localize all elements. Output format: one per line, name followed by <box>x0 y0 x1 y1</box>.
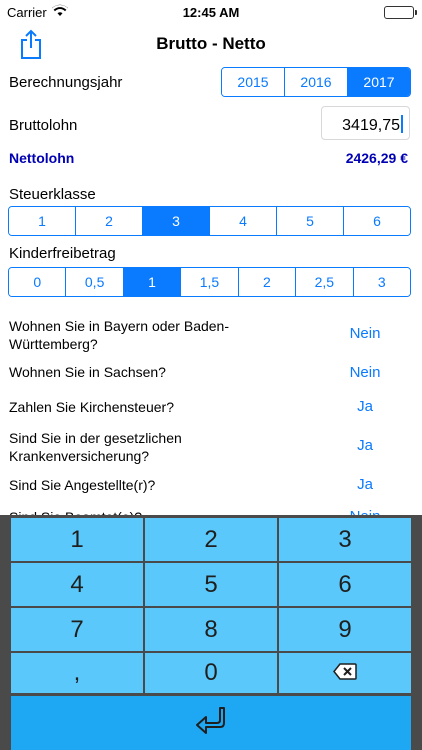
tax-class-option-segment[interactable]: 1 <box>9 207 75 235</box>
battery-icon <box>384 6 417 19</box>
question-health-insurance: Sind Sie in der gesetzlichen Krankenvers… <box>9 430 182 464</box>
year-option-segment[interactable]: 2015 <box>222 68 284 96</box>
key-0[interactable]: 0 <box>145 653 277 693</box>
child-allowance-option-segment[interactable]: 3 <box>352 268 410 296</box>
child-allowance-option-segment[interactable]: 2 <box>237 268 296 296</box>
page-title: Brutto - Netto <box>156 34 266 53</box>
tax-class-label: Steuerklasse <box>9 186 96 203</box>
child-allowance-segmented-control: 0 0,5 1 1,5 2 2,5 3 <box>8 267 411 297</box>
child-allowance-option-segment[interactable]: 1,5 <box>180 268 238 296</box>
question-church-tax: Zahlen Sie Kirchensteuer? <box>9 399 174 415</box>
tax-class-option-segment[interactable]: 4 <box>209 207 276 235</box>
delete-key[interactable] <box>279 653 411 693</box>
year-segmented-control: 2015 2016 2017 <box>221 67 411 97</box>
nav-bar: Brutto - Netto <box>0 24 422 64</box>
key-7[interactable]: 7 <box>11 608 143 651</box>
answer-saxony-toggle[interactable]: Nein <box>330 364 400 381</box>
key-6[interactable]: 6 <box>279 563 411 606</box>
numeric-keypad: 1 2 3 4 5 6 7 8 9 , 0 <box>0 515 422 750</box>
child-allowance-option-segment[interactable]: 2,5 <box>295 268 353 296</box>
key-5[interactable]: 5 <box>145 563 277 606</box>
question-saxony: Wohnen Sie in Sachsen? <box>9 364 166 380</box>
year-label: Berechnungsjahr <box>9 74 123 91</box>
answer-health-insurance-toggle[interactable]: Ja <box>330 437 400 454</box>
question-bavaria: Wohnen Sie in Bayern oder Baden-Württemb… <box>9 318 229 352</box>
key-3[interactable]: 3 <box>279 518 411 561</box>
key-4[interactable]: 4 <box>11 563 143 606</box>
key-comma[interactable]: , <box>11 653 143 693</box>
return-arrow-icon <box>195 705 227 742</box>
gross-salary-input[interactable]: 3419,75 <box>321 106 410 140</box>
status-bar: Carrier 12:45 AM <box>0 0 422 24</box>
key-2[interactable]: 2 <box>145 518 277 561</box>
key-9[interactable]: 9 <box>279 608 411 651</box>
key-1[interactable]: 1 <box>11 518 143 561</box>
return-key[interactable] <box>11 696 411 750</box>
tax-class-option-segment[interactable]: 5 <box>276 207 343 235</box>
tax-class-option-segment[interactable]: 3 <box>142 207 209 235</box>
tax-class-option-segment[interactable]: 6 <box>343 207 410 235</box>
year-option-segment[interactable]: 2016 <box>284 68 347 96</box>
child-allowance-option-segment[interactable]: 1 <box>122 268 181 296</box>
net-label: Nettolohn <box>9 150 75 166</box>
key-8[interactable]: 8 <box>145 608 277 651</box>
answer-employee-toggle[interactable]: Ja <box>330 476 400 493</box>
answer-church-tax-toggle[interactable]: Ja <box>330 398 400 415</box>
answer-bavaria-toggle[interactable]: Nein <box>330 325 400 342</box>
gross-salary-value: 3419,75 <box>342 117 400 134</box>
net-salary-value: 2426,29 € <box>345 150 408 166</box>
tax-class-segmented-control: 123456 <box>8 206 411 236</box>
question-employee: Sind Sie Angestellte(r)? <box>9 477 156 493</box>
backspace-icon <box>333 659 357 687</box>
year-option-segment[interactable]: 2017 <box>347 68 410 96</box>
child-allowance-label: Kinderfreibetrag <box>9 245 116 262</box>
clock: 12:45 AM <box>182 5 240 20</box>
tax-class-option-segment[interactable]: 2 <box>75 207 142 235</box>
child-allowance-option-segment[interactable]: 0,5 <box>65 268 123 296</box>
child-allowance-option-segment[interactable]: 0 <box>9 268 66 296</box>
gross-label: Bruttolohn <box>9 117 78 134</box>
